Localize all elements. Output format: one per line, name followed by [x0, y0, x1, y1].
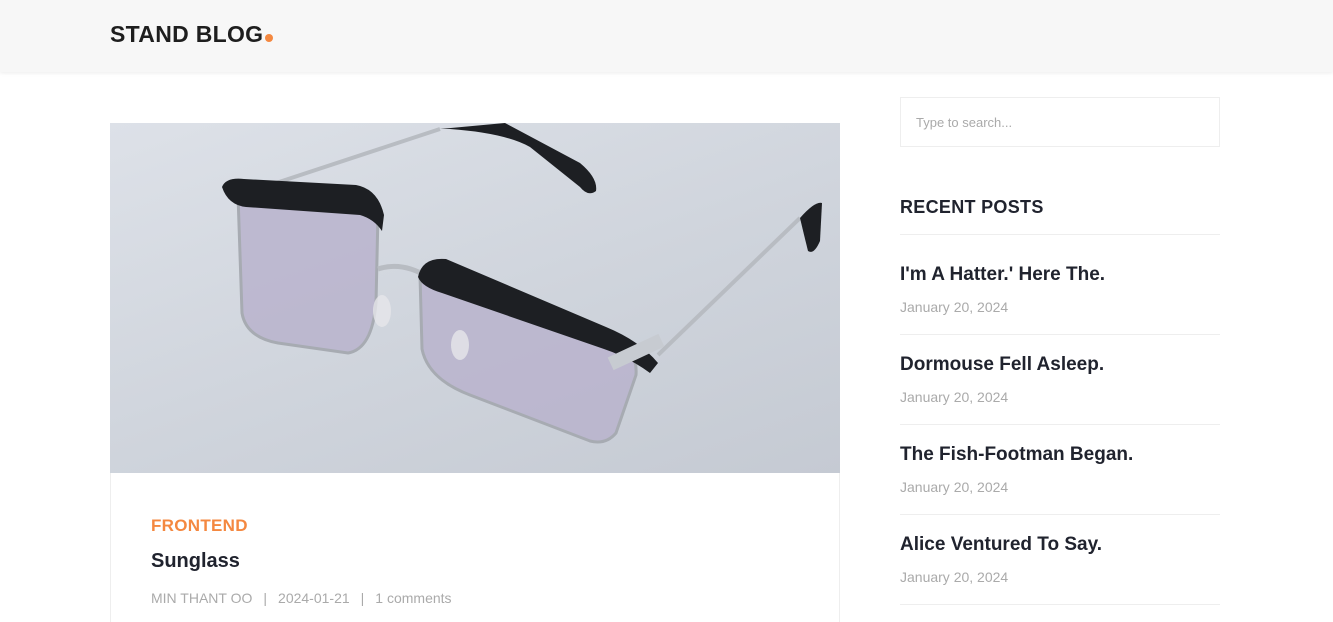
- recent-post-date: January 20, 2024: [900, 479, 1009, 495]
- recent-post-item[interactable]: I'm A Hatter.' Here The. January 20, 202…: [900, 264, 1220, 315]
- post-meta: MIN THANT OO | 2024-01-21 | 1 comments: [151, 590, 452, 606]
- meta-separator: |: [360, 590, 365, 606]
- post-category[interactable]: FRONTEND: [151, 516, 248, 536]
- site-logo[interactable]: STAND BLOG: [110, 21, 274, 47]
- logo-dot-icon: [265, 34, 274, 42]
- site-header: STAND BLOG: [0, 0, 1333, 72]
- divider: [900, 424, 1220, 425]
- search-box: [900, 97, 1220, 147]
- post-comments[interactable]: 1 comments: [375, 590, 451, 606]
- recent-post-item[interactable]: The Fish-Footman Began. January 20, 2024: [900, 444, 1220, 495]
- divider: [900, 514, 1220, 515]
- search-input[interactable]: [901, 98, 1219, 146]
- divider: [900, 234, 1220, 235]
- recent-post-title[interactable]: I'm A Hatter.' Here The.: [900, 264, 1220, 286]
- logo-text: STAND BLOG: [110, 21, 264, 47]
- post-title[interactable]: Sunglass: [151, 550, 240, 573]
- divider: [900, 334, 1220, 335]
- meta-separator: |: [263, 590, 268, 606]
- recent-post-date: January 20, 2024: [900, 389, 1009, 405]
- sunglasses-image: [222, 123, 822, 444]
- post-author[interactable]: MIN THANT OO: [151, 590, 252, 606]
- post-image[interactable]: [110, 123, 840, 473]
- recent-post-item[interactable]: Alice Ventured To Say. January 20, 2024: [900, 534, 1220, 585]
- post-date[interactable]: 2024-01-21: [278, 590, 350, 606]
- recent-post-item[interactable]: Dormouse Fell Asleep. January 20, 2024: [900, 354, 1220, 405]
- recent-post-title[interactable]: The Fish-Footman Began.: [900, 444, 1220, 466]
- recent-post-title[interactable]: Dormouse Fell Asleep.: [900, 354, 1220, 376]
- recent-posts-heading: RECENT POSTS: [900, 197, 1044, 217]
- divider: [900, 604, 1220, 605]
- recent-post-date: January 20, 2024: [900, 299, 1009, 315]
- recent-post-title[interactable]: Alice Ventured To Say.: [900, 534, 1220, 556]
- recent-post-date: January 20, 2024: [900, 569, 1009, 585]
